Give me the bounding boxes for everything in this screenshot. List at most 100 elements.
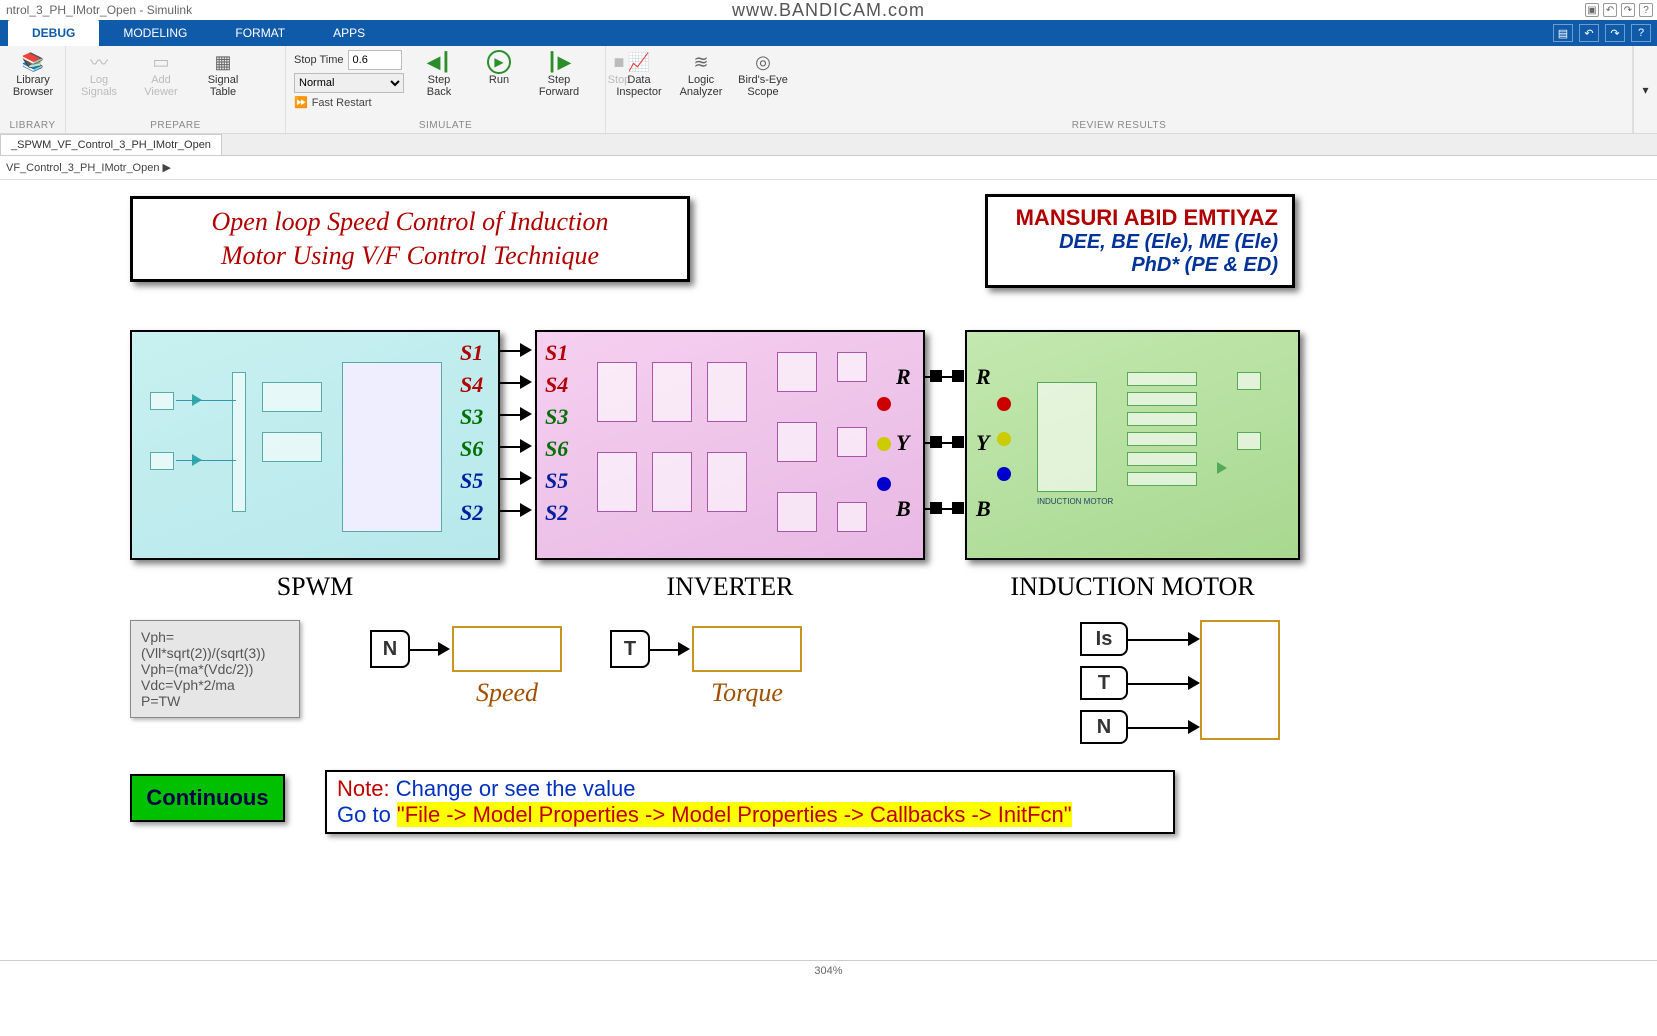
n2-source-block[interactable]: N	[1080, 710, 1128, 744]
step-back-icon: ◀┃	[425, 50, 453, 74]
t2-source-block[interactable]: T	[1080, 666, 1128, 700]
log-signals-button[interactable]: 〰LogSignals	[74, 50, 124, 98]
save-quick-icon[interactable]: ▣	[1585, 3, 1599, 17]
note-line-1: Change or see the value	[390, 776, 636, 801]
toolbar-redo-icon[interactable]: ↷	[1605, 24, 1625, 42]
step-back-button[interactable]: ◀┃StepBack	[414, 50, 464, 98]
model-canvas[interactable]: Open loop Speed Control of Induction Mot…	[0, 180, 1657, 960]
birds-eye-button[interactable]: ◎Bird's-EyeScope	[738, 50, 788, 98]
group-label-simulate: SIMULATE	[294, 118, 597, 131]
group-label-prepare: PREPARE	[74, 118, 277, 131]
fast-restart-icon: ⏩	[294, 96, 308, 109]
spwm-subsystem[interactable]	[130, 330, 500, 560]
title-bar: ntrol_3_PH_IMotr_Open - Simulink www.BAN…	[0, 0, 1657, 20]
author-cred-1: DEE, BE (Ele), ME (Ele)	[1002, 231, 1278, 254]
inv-port-in-s4: S4	[545, 372, 568, 398]
toolbar-more-icon[interactable]: ▤	[1553, 24, 1573, 42]
inv-port-in-s5: S5	[545, 468, 568, 494]
zoom-level: 304%	[814, 965, 842, 977]
document-tab[interactable]: _SPWM_VF_Control_3_PH_IMotr_Open	[0, 134, 222, 155]
torque-display[interactable]	[692, 626, 802, 672]
speed-display[interactable]	[452, 626, 562, 672]
viewer-icon: ▭	[147, 50, 175, 74]
ribbon-expand-button[interactable]: ▾	[1633, 46, 1657, 133]
note-line-2b: "File -> Model Properties -> Model Prope…	[397, 802, 1072, 827]
toolbar-help-icon[interactable]: ?	[1631, 24, 1651, 42]
watermark-text: www.BANDICAM.com	[732, 0, 925, 21]
redo-icon[interactable]: ↷	[1621, 3, 1635, 17]
document-tab-bar: _SPWM_VF_Control_3_PH_IMotr_Open	[0, 134, 1657, 156]
speed-label: Speed	[452, 678, 562, 708]
mot-port-y: Y	[976, 430, 989, 456]
spwm-port-s1: S1	[460, 340, 483, 366]
group-label-review: REVIEW RESULTS	[614, 118, 1624, 131]
note-box: Note: Change or see the value Go to "Fil…	[325, 770, 1175, 834]
breadcrumb[interactable]: VF_Control_3_PH_IMotr_Open ▶	[0, 156, 1657, 180]
motor-label: INDUCTION MOTOR	[965, 572, 1300, 602]
inv-port-out-r: R	[896, 364, 911, 390]
log-icon: 〰	[85, 50, 113, 74]
fast-restart-button[interactable]: ⏩Fast Restart	[294, 96, 404, 109]
combined-scope[interactable]	[1200, 620, 1280, 740]
library-browser-button[interactable]: 📚 LibraryBrowser	[8, 50, 58, 98]
author-name: MANSURI ABID EMTIYAZ	[1002, 205, 1278, 231]
inv-port-out-b: B	[896, 496, 911, 522]
window-buttons: ▣ ↶ ↷ ?	[1585, 3, 1653, 17]
spwm-port-s3: S3	[460, 404, 483, 430]
inv-port-in-s6: S6	[545, 436, 568, 462]
motor-subsystem[interactable]: INDUCTION MOTOR	[965, 330, 1300, 560]
step-fwd-icon: ┃▶	[545, 50, 573, 74]
birds-eye-icon: ◎	[749, 50, 777, 74]
data-inspector-button[interactable]: 📈DataInspector	[614, 50, 664, 98]
tab-format[interactable]: FORMAT	[211, 20, 309, 46]
n-source-block[interactable]: N	[370, 630, 410, 668]
undo-icon[interactable]: ↶	[1603, 3, 1617, 17]
formula-2: Vph=(ma*(Vdc/2))	[141, 661, 289, 677]
sim-mode-select[interactable]: Normal	[294, 73, 404, 93]
stop-time-label: Stop Time	[294, 54, 344, 66]
t-source-block[interactable]: T	[610, 630, 650, 668]
formula-3: Vdc=Vph*2/ma	[141, 677, 289, 693]
logic-analyzer-button[interactable]: ≋LogicAnalyzer	[676, 50, 726, 98]
inv-port-in-s1: S1	[545, 340, 568, 366]
author-box: MANSURI ABID EMTIYAZ DEE, BE (Ele), ME (…	[985, 194, 1295, 288]
tab-apps[interactable]: APPS	[309, 20, 389, 46]
inverter-label: INVERTER	[535, 572, 925, 602]
title-line-1: Open loop Speed Control of Induction	[145, 205, 675, 239]
step-forward-button[interactable]: ┃▶StepForward	[534, 50, 584, 98]
table-icon: ▦	[209, 50, 237, 74]
note-prefix: Note:	[337, 776, 390, 801]
inv-port-in-s2: S2	[545, 500, 568, 526]
tab-modeling[interactable]: MODELING	[99, 20, 211, 46]
is-source-block[interactable]: Is	[1080, 622, 1128, 656]
formula-1: Vph=(Vll*sqrt(2))/(sqrt(3))	[141, 629, 289, 661]
toolbar-undo-icon[interactable]: ↶	[1579, 24, 1599, 42]
mot-port-r: R	[976, 364, 991, 390]
add-viewer-button[interactable]: ▭AddViewer	[136, 50, 186, 98]
spwm-port-s5: S5	[460, 468, 483, 494]
stop-time-input[interactable]	[348, 50, 402, 70]
help-icon[interactable]: ?	[1639, 3, 1653, 17]
ribbon: 📚 LibraryBrowser LIBRARY 〰LogSignals ▭Ad…	[0, 46, 1657, 134]
tab-debug[interactable]: DEBUG	[8, 20, 99, 46]
group-label-library: LIBRARY	[8, 118, 57, 131]
inv-port-in-s3: S3	[545, 404, 568, 430]
library-icon: 📚	[19, 50, 47, 74]
window-title: ntrol_3_PH_IMotr_Open - Simulink	[6, 3, 192, 17]
formula-box: Vph=(Vll*sqrt(2))/(sqrt(3)) Vph=(ma*(Vdc…	[130, 620, 300, 718]
menu-bar: DEBUG MODELING FORMAT APPS ▤ ↶ ↷ ?	[0, 20, 1657, 46]
run-button[interactable]: ▶Run	[474, 50, 524, 86]
status-bar: 304%	[0, 960, 1657, 980]
signal-table-button[interactable]: ▦SignalTable	[198, 50, 248, 98]
title-line-2: Motor Using V/F Control Technique	[145, 239, 675, 273]
author-cred-2: PhD* (PE & ED)	[1002, 254, 1278, 277]
spwm-port-s6: S6	[460, 436, 483, 462]
inverter-subsystem[interactable]	[535, 330, 925, 560]
logic-analyzer-icon: ≋	[687, 50, 715, 74]
play-icon: ▶	[487, 50, 511, 74]
formula-4: P=TW	[141, 693, 289, 709]
powergui-block[interactable]: Continuous	[130, 774, 285, 822]
spwm-label: SPWM	[130, 572, 500, 602]
spwm-port-s4: S4	[460, 372, 483, 398]
note-line-2a: Go to	[337, 802, 397, 827]
